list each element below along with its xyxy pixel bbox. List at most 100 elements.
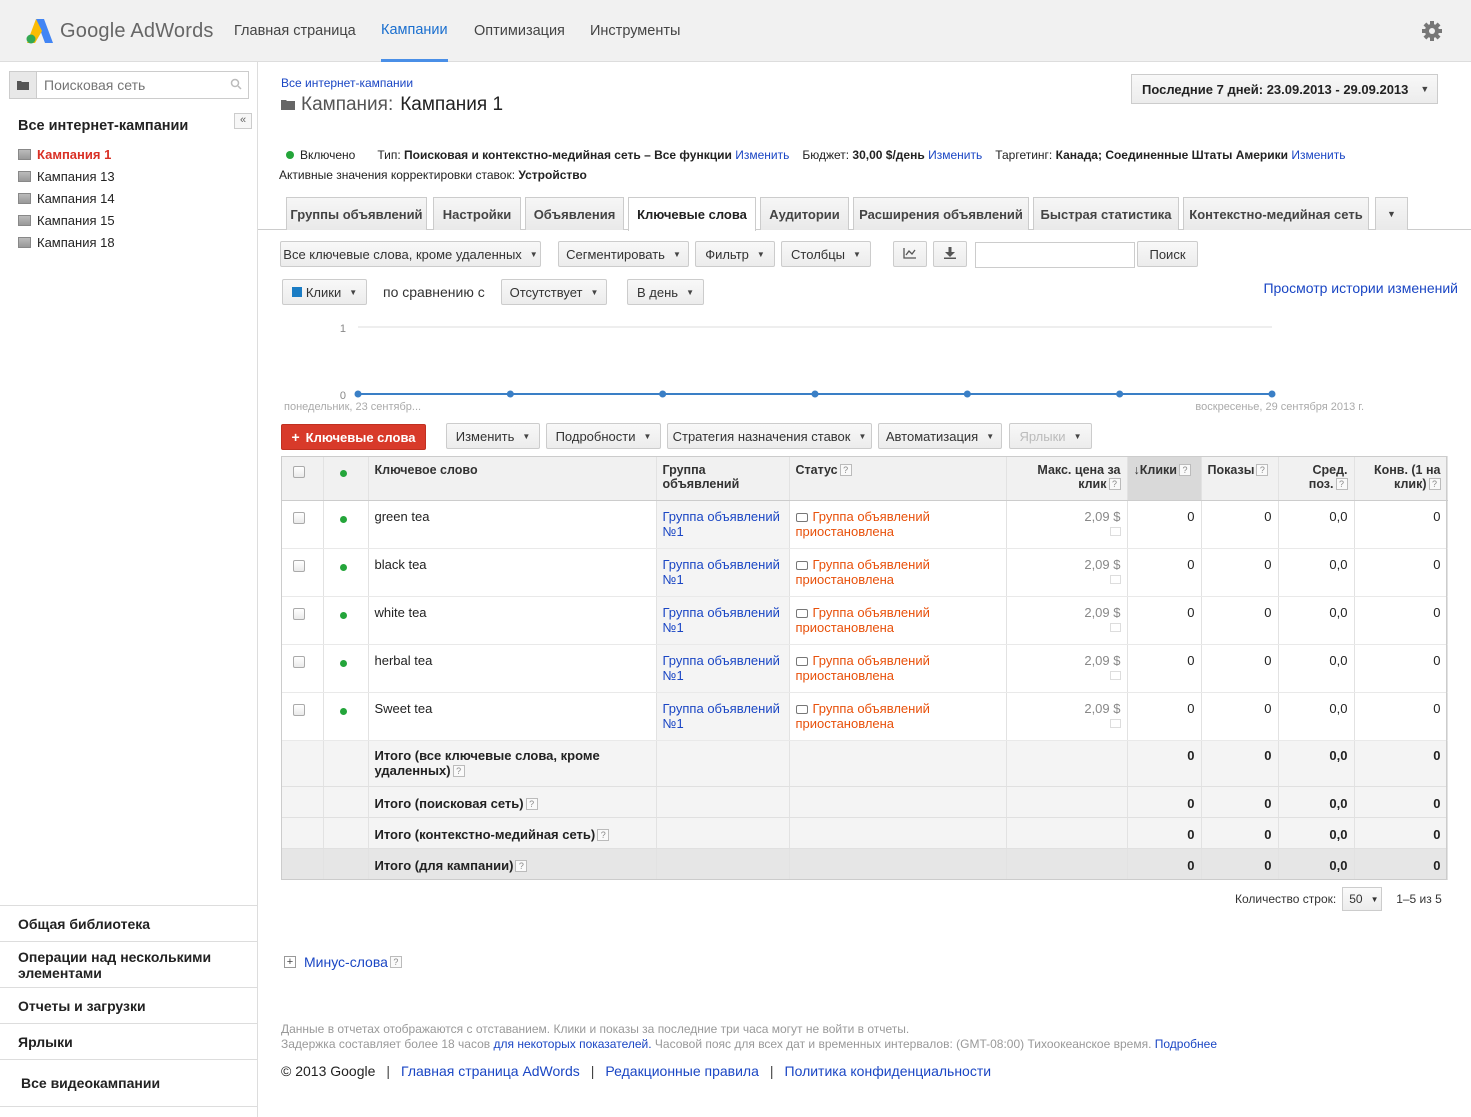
adgroup-link[interactable]: Группа объявлений №1: [663, 557, 780, 587]
adgroup-link[interactable]: Группа объявлений №1: [663, 701, 780, 731]
tab-settings[interactable]: Настройки: [433, 197, 521, 230]
keyword-cell[interactable]: black tea: [368, 548, 657, 597]
select-all-checkbox[interactable]: [293, 466, 305, 478]
search-icon[interactable]: [230, 78, 242, 93]
tab-quick-stats[interactable]: Быстрая статистика: [1033, 197, 1179, 230]
data-point[interactable]: [811, 390, 819, 398]
change-targeting-link[interactable]: Изменить: [1291, 148, 1345, 162]
data-point[interactable]: [963, 390, 971, 398]
expand-icon[interactable]: +: [284, 956, 296, 968]
collapse-sidebar-button[interactable]: «: [234, 113, 252, 129]
date-range-picker[interactable]: Последние 7 дней: 23.09.2013 - 29.09.201…: [1131, 74, 1438, 104]
bid-chart-icon[interactable]: [1109, 622, 1121, 632]
col-conversions[interactable]: Конв. (1 на клик)?: [1354, 456, 1448, 501]
data-point[interactable]: [659, 390, 667, 398]
change-history-link[interactable]: Просмотр истории изменений: [1263, 280, 1458, 296]
help-icon[interactable]: ?: [1428, 478, 1441, 490]
row-checkbox[interactable]: [293, 607, 305, 620]
tab-ad-extensions[interactable]: Расширения объявлений: [853, 197, 1029, 230]
keyword-cell[interactable]: white tea: [368, 596, 657, 645]
help-icon[interactable]: ?: [1256, 464, 1269, 476]
sidebar-shared-library[interactable]: Общая библиотека: [0, 905, 257, 941]
negative-keywords-section[interactable]: + Минус-слова ?: [284, 954, 402, 970]
speech-bubble-icon[interactable]: [795, 704, 808, 714]
tab-audiences[interactable]: Аудитории: [760, 197, 849, 230]
labels-button[interactable]: Ярлыки ▼: [1009, 423, 1092, 449]
bid-chart-icon[interactable]: [1109, 670, 1121, 680]
nav-campaigns[interactable]: Кампании: [381, 0, 448, 62]
sidebar-labels[interactable]: Ярлыки: [0, 1023, 257, 1059]
max-cpc-cell[interactable]: 2,09 $: [1006, 596, 1128, 645]
keyword-filter-select[interactable]: Все ключевые слова, кроме удаленных ▼: [280, 241, 541, 267]
adwords-logo[interactable]: Google AdWords: [26, 16, 214, 46]
help-icon[interactable]: ?: [597, 828, 610, 841]
sidebar-search-input[interactable]: [44, 75, 224, 95]
help-icon[interactable]: ?: [839, 464, 852, 476]
period-select[interactable]: В день ▼: [627, 279, 704, 305]
max-cpc-cell[interactable]: 2,09 $: [1006, 644, 1128, 693]
sidebar-item-campaign-13[interactable]: Кампания 13: [18, 167, 115, 185]
sidebar-title[interactable]: Все интернет-кампании: [18, 118, 188, 134]
help-icon[interactable]: ?: [515, 859, 528, 872]
learn-more-link[interactable]: Подробнее: [1155, 1037, 1217, 1051]
data-point[interactable]: [1116, 390, 1124, 398]
keyword-cell[interactable]: herbal tea: [368, 644, 657, 693]
change-budget-link[interactable]: Изменить: [928, 148, 982, 162]
row-checkbox[interactable]: [293, 559, 305, 572]
edit-button[interactable]: Изменить ▼: [446, 423, 540, 449]
keyword-cell[interactable]: Sweet tea: [368, 692, 657, 741]
speech-bubble-icon[interactable]: [795, 512, 808, 522]
col-impressions[interactable]: Показы?: [1201, 456, 1279, 501]
filter-button[interactable]: Фильтр ▼: [695, 241, 775, 267]
adgroup-link[interactable]: Группа объявлений №1: [663, 509, 780, 539]
rows-per-page-select[interactable]: 50 ▼: [1342, 887, 1383, 911]
sidebar-video-campaigns[interactable]: Все видеокампании: [0, 1059, 257, 1107]
help-icon[interactable]: ?: [389, 956, 402, 968]
max-cpc-cell[interactable]: 2,09 $: [1006, 548, 1128, 597]
tab-ad-groups[interactable]: Группы объявлений: [286, 197, 427, 230]
automate-button[interactable]: Автоматизация ▼: [878, 423, 1002, 449]
adgroup-link[interactable]: Группа объявлений №1: [663, 605, 780, 635]
bid-chart-icon[interactable]: [1109, 574, 1121, 584]
bid-strategy-button[interactable]: Стратегия назначения ставок ▼: [667, 423, 872, 449]
change-type-link[interactable]: Изменить: [735, 148, 789, 162]
more-tabs-button[interactable]: ▼: [1375, 197, 1408, 230]
col-keyword[interactable]: Ключевое слово: [368, 456, 657, 501]
speech-bubble-icon[interactable]: [795, 656, 808, 666]
compare-select[interactable]: Отсутствует ▼: [501, 279, 607, 305]
data-point[interactable]: [506, 390, 514, 398]
data-point[interactable]: [354, 390, 362, 398]
bid-chart-icon[interactable]: [1109, 718, 1121, 728]
nav-tools[interactable]: Инструменты: [590, 0, 680, 62]
help-icon[interactable]: ?: [1178, 464, 1191, 476]
tab-display-network[interactable]: Контекстно-медийная сеть: [1183, 197, 1369, 230]
download-button[interactable]: [933, 241, 967, 267]
sidebar-bulk-operations[interactable]: Операции над несколькими элементами: [0, 941, 257, 987]
keyword-search-input[interactable]: [975, 242, 1135, 268]
row-checkbox[interactable]: [293, 703, 305, 716]
add-keywords-button[interactable]: + Ключевые слова: [281, 424, 426, 450]
tab-keywords[interactable]: Ключевые слова: [628, 197, 756, 231]
details-button[interactable]: Подробности ▼: [546, 423, 661, 449]
footer-link-privacy[interactable]: Политика конфиденциальности: [785, 1063, 992, 1079]
search-button[interactable]: Поиск: [1137, 241, 1198, 267]
footer-link-policy[interactable]: Редакционные правила: [605, 1063, 758, 1079]
folder-icon[interactable]: [10, 72, 37, 98]
help-icon[interactable]: ?: [1335, 478, 1348, 490]
col-avg-pos[interactable]: Сред. поз.?: [1278, 456, 1355, 501]
segment-button[interactable]: Сегментировать ▼: [558, 241, 689, 267]
max-cpc-cell[interactable]: 2,09 $: [1006, 692, 1128, 741]
speech-bubble-icon[interactable]: [795, 608, 808, 618]
breadcrumb[interactable]: Все интернет-кампании: [281, 76, 413, 90]
chart-toggle-button[interactable]: [893, 241, 927, 267]
col-clicks[interactable]: ↓Клики?: [1127, 456, 1202, 501]
col-adgroup[interactable]: Группа объявлений: [656, 456, 790, 501]
data-point[interactable]: [1268, 390, 1276, 398]
gear-icon[interactable]: [1421, 20, 1443, 42]
keyword-cell[interactable]: green tea: [368, 500, 657, 549]
help-icon[interactable]: ?: [452, 764, 465, 777]
sidebar-item-campaign-1[interactable]: Кампания 1: [18, 145, 111, 163]
col-max-cpc[interactable]: Макс. цена за клик?: [1006, 456, 1128, 501]
columns-button[interactable]: Столбцы ▼: [781, 241, 871, 267]
col-status[interactable]: Статус?: [789, 456, 1007, 501]
